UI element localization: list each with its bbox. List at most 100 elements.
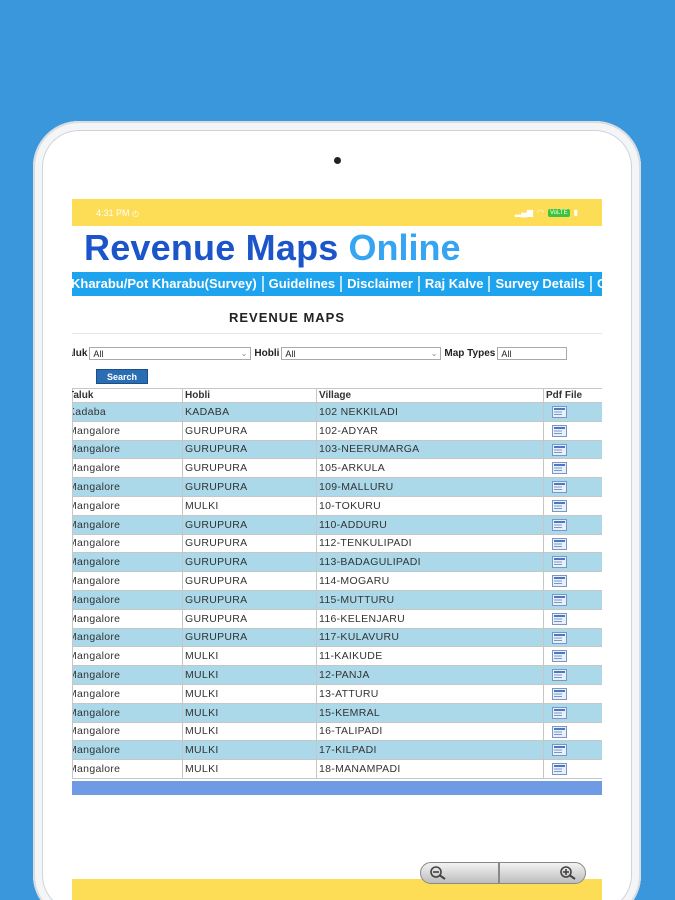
- hobli-cell: MULKI: [182, 495, 317, 516]
- pdf-cell: [543, 458, 602, 479]
- table-row: Mangalore GURUPURA 103-NEERUMARGA: [72, 439, 602, 460]
- taluk-label: Taluk: [72, 348, 88, 359]
- signal-icon: ▂▄▆: [515, 208, 534, 217]
- hobli-select-value: All: [285, 348, 296, 359]
- col-header-taluk: Taluk: [72, 388, 183, 403]
- pdf-file-icon[interactable]: [552, 744, 567, 757]
- table-row: Mangalore GURUPURA 115-MUTTURU: [72, 589, 602, 610]
- pdf-file-icon[interactable]: [552, 518, 567, 531]
- pdf-file-icon[interactable]: [552, 462, 567, 475]
- village-cell: 15-KEMRAL: [316, 702, 544, 723]
- nav-item-0[interactable]: Kharabu/Pot Kharabu(Survey): [72, 276, 264, 292]
- hobli-cell: MULKI: [182, 646, 317, 667]
- pdf-cell: [543, 589, 602, 610]
- pdf-file-icon[interactable]: [552, 687, 567, 700]
- hobli-select[interactable]: All ⌄: [281, 347, 442, 360]
- hobli-cell: GURUPURA: [182, 439, 317, 460]
- pdf-file-icon[interactable]: [552, 499, 567, 512]
- pdf-cell: [543, 439, 602, 460]
- col-header-pdf: Pdf File: [543, 388, 602, 403]
- taluk-cell: Mangalore: [72, 571, 183, 591]
- map-types-select[interactable]: All: [497, 347, 568, 360]
- zoom-controls: [420, 862, 586, 884]
- table-row: KadabaKADABA102 NEKKILADI: [72, 402, 602, 422]
- nav-item-4[interactable]: Survey Details: [490, 276, 593, 292]
- pdf-file-icon[interactable]: [552, 763, 567, 776]
- pdf-file-icon[interactable]: [552, 443, 567, 456]
- pdf-cell: [543, 477, 602, 497]
- village-cell: 13-ATTURU: [316, 683, 544, 704]
- hobli-cell: GURUPURA: [182, 477, 317, 497]
- volte-badge: VoLTE: [548, 208, 570, 217]
- taluk-cell: Mangalore: [72, 683, 183, 704]
- zoom-in-button[interactable]: [499, 862, 586, 884]
- battery-icon: ▮: [573, 208, 578, 217]
- pdf-file-icon[interactable]: [552, 612, 567, 625]
- pdf-file-icon[interactable]: [552, 669, 567, 682]
- search-button[interactable]: Search: [96, 369, 148, 384]
- pdf-file-icon[interactable]: [552, 406, 567, 418]
- taluk-cell: Mangalore: [72, 627, 183, 648]
- pdf-file-icon[interactable]: [552, 481, 567, 494]
- pdf-file-icon[interactable]: [552, 650, 567, 663]
- zoom-out-icon: [430, 866, 446, 880]
- taluk-cell: Mangalore: [72, 759, 183, 779]
- village-cell: 11-KAIKUDE: [316, 646, 544, 667]
- pdf-file-icon[interactable]: [552, 575, 567, 588]
- village-cell: 17-KILPADI: [316, 740, 544, 761]
- status-bar: 4:31 PM ◴ ▂▄▆ ◠ VoLTE ▮: [72, 199, 602, 226]
- taluk-select-value: All: [93, 348, 104, 359]
- pdf-file-icon[interactable]: [552, 537, 567, 550]
- table-header-row: Taluk Hobli Village Pdf File: [72, 388, 602, 403]
- taluk-select[interactable]: All ⌄: [89, 347, 252, 360]
- taluk-cell: Mangalore: [72, 439, 183, 460]
- village-cell: 110-ADDURU: [316, 514, 544, 535]
- pdf-cell: [543, 665, 602, 685]
- pdf-file-icon[interactable]: [552, 725, 567, 738]
- pdf-file-icon[interactable]: [552, 556, 567, 569]
- taluk-cell: Mangalore: [72, 495, 183, 516]
- village-cell: 113-BADAGULIPADI: [316, 552, 544, 573]
- pdf-file-icon[interactable]: [552, 424, 567, 437]
- nav-item-5[interactable]: Circulars: [592, 276, 602, 292]
- camera-dot: [334, 157, 341, 164]
- pdf-cell: [543, 402, 602, 422]
- chevron-down-icon: ⌄: [240, 349, 248, 358]
- village-cell: 103-NEERUMARGA: [316, 439, 544, 460]
- hobli-cell: GURUPURA: [182, 552, 317, 573]
- table-row: Mangalore GURUPURA 109-MALLURU: [72, 477, 602, 497]
- table-row: Mangalore MULKI 17-KILPADI: [72, 740, 602, 761]
- nav-item-2[interactable]: Disclaimer: [342, 276, 420, 292]
- table-footer-band: [72, 780, 602, 795]
- hobli-cell: GURUPURA: [182, 514, 317, 535]
- pdf-file-icon[interactable]: [552, 706, 567, 719]
- hobli-cell: GURUPURA: [182, 627, 317, 648]
- pdf-file-icon[interactable]: [552, 593, 567, 606]
- hobli-cell: GURUPURA: [182, 589, 317, 610]
- taluk-cell: Mangalore: [72, 608, 183, 629]
- taluk-cell: Mangalore: [72, 420, 183, 441]
- village-cell: 114-MOGARU: [316, 571, 544, 591]
- taluk-cell: Mangalore: [72, 721, 183, 742]
- taluk-cell: Mangalore: [72, 458, 183, 479]
- nav-item-1[interactable]: Guidelines: [264, 276, 343, 292]
- page-title: REVENUE MAPS: [228, 310, 346, 325]
- table-row: Mangalore MULKI 18-MANAMPADI: [72, 759, 602, 779]
- divider: [72, 333, 602, 334]
- hobli-cell: GURUPURA: [182, 533, 317, 554]
- map-types-label: Map Types: [444, 348, 496, 359]
- pdf-file-icon[interactable]: [552, 631, 567, 644]
- village-cell: 102 NEKKILADI: [316, 402, 544, 422]
- table-row: Mangalore GURUPURA 116-KELENJARU: [72, 608, 602, 629]
- pdf-cell: [543, 533, 602, 554]
- nav-item-3[interactable]: Raj Kalve: [420, 276, 491, 292]
- pdf-cell: [543, 721, 602, 742]
- pdf-cell: [543, 514, 602, 535]
- app-screen: 4:31 PM ◴ ▂▄▆ ◠ VoLTE ▮ Revenue Maps Onl…: [72, 199, 602, 900]
- pdf-cell: [543, 646, 602, 667]
- zoom-out-button[interactable]: [420, 862, 499, 884]
- filter-row: Taluk All ⌄ Hobli All ⌄ Map Types All: [72, 347, 602, 360]
- taluk-cell: Mangalore: [72, 740, 183, 761]
- pdf-cell: [543, 571, 602, 591]
- alarm-icon: ◴: [132, 208, 140, 218]
